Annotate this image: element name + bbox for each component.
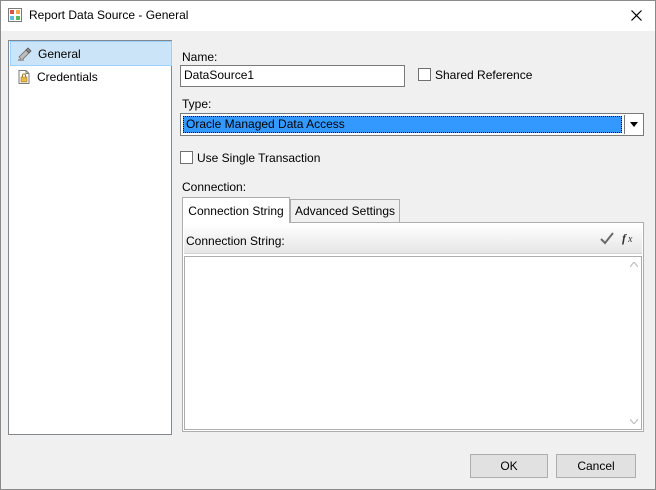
close-icon bbox=[630, 10, 642, 21]
fx-expression-icon[interactable]: f x bbox=[622, 231, 638, 245]
nav-item-credentials-label: Credentials bbox=[37, 69, 98, 84]
nav-item-general-label: General bbox=[38, 46, 81, 61]
shared-reference-checkbox[interactable] bbox=[418, 68, 431, 81]
general-settings-icon bbox=[18, 46, 32, 61]
type-selected-value: Oracle Managed Data Access bbox=[183, 116, 622, 133]
use-single-transaction-checkbox[interactable] bbox=[180, 151, 193, 164]
name-label: Name: bbox=[182, 50, 218, 64]
nav-item-general[interactable]: General bbox=[10, 41, 172, 66]
chevron-down-icon bbox=[629, 122, 638, 127]
connection-string-panel: Connection String: f x bbox=[182, 222, 644, 432]
window-title: Report Data Source - General bbox=[29, 8, 189, 22]
connection-string-scrollbar[interactable] bbox=[627, 257, 641, 429]
scroll-down-arrow-icon[interactable] bbox=[630, 419, 638, 424]
nav-item-credentials[interactable]: Credentials bbox=[10, 65, 170, 88]
cancel-button[interactable]: Cancel bbox=[556, 454, 636, 478]
type-dropdown[interactable]: Oracle Managed Data Access bbox=[180, 113, 644, 136]
name-input[interactable]: DataSource1 bbox=[180, 65, 405, 87]
ok-button[interactable]: OK bbox=[470, 454, 548, 478]
connection-string-header-label: Connection String: bbox=[186, 234, 285, 248]
connection-string-header: Connection String: f x bbox=[184, 224, 642, 254]
report-app-icon bbox=[8, 8, 22, 22]
checkmark-icon[interactable] bbox=[600, 232, 614, 245]
type-label: Type: bbox=[182, 97, 212, 111]
close-button[interactable] bbox=[618, 1, 654, 30]
credentials-document-icon bbox=[18, 69, 30, 84]
shared-reference-label: Shared Reference bbox=[435, 68, 533, 82]
tab-connection-string[interactable]: Connection String bbox=[182, 197, 290, 223]
svg-text:f: f bbox=[622, 231, 627, 245]
connection-string-textarea[interactable] bbox=[184, 256, 642, 430]
connection-label: Connection: bbox=[182, 180, 247, 194]
page-navigation-list: General Credentials bbox=[8, 40, 172, 435]
use-single-transaction-label: Use Single Transaction bbox=[197, 151, 321, 165]
tab-advanced-settings[interactable]: Advanced Settings bbox=[290, 199, 400, 223]
svg-text:x: x bbox=[627, 234, 633, 245]
type-dropdown-button[interactable] bbox=[624, 115, 642, 134]
scroll-up-arrow-icon[interactable] bbox=[630, 262, 638, 267]
